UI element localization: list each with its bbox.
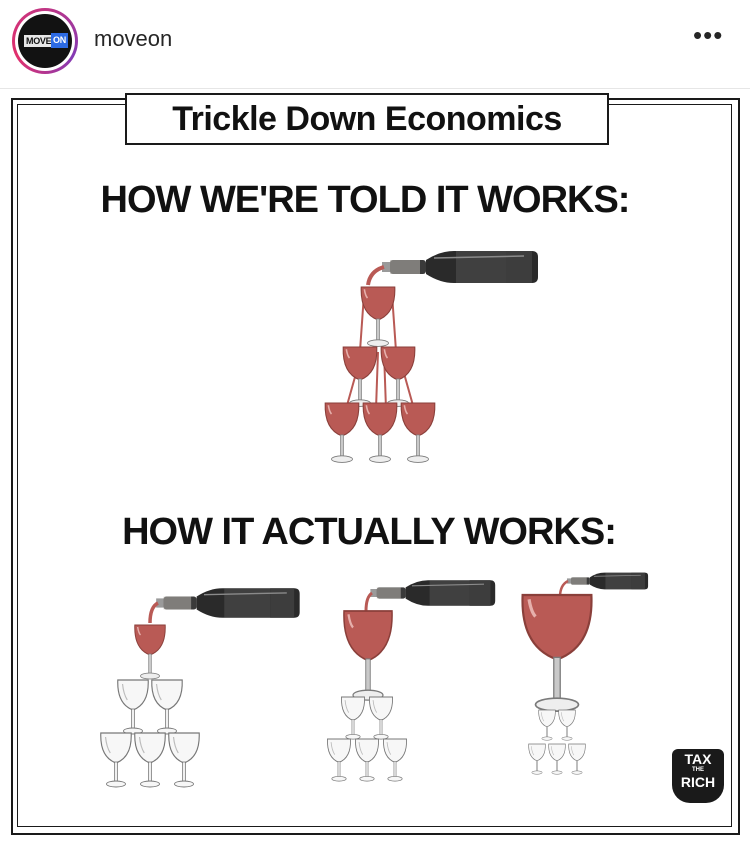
- avatar-story-ring[interactable]: MOVE ON: [12, 8, 78, 74]
- more-options-icon[interactable]: •••: [693, 20, 723, 51]
- logo-text-on: ON: [51, 33, 68, 48]
- actual-pyramid-1: [100, 587, 301, 788]
- logo-text-move: MOVE: [24, 35, 54, 47]
- post-header: MOVE ON moveon •••: [0, 0, 750, 89]
- actual-pyramid-2: [326, 579, 496, 782]
- told-pyramid: [324, 250, 539, 464]
- badge-line-rich: RICH: [680, 774, 716, 790]
- heading-told: HOW WE'RE TOLD IT WORKS:: [100, 179, 631, 221]
- tax-the-rich-badge: TAX THE RICH: [672, 749, 724, 803]
- badge-line-tax: TAX: [684, 751, 712, 767]
- heading-actual: HOW IT ACTUALLY WORKS:: [122, 511, 617, 553]
- moveon-logo: MOVE ON: [18, 14, 72, 68]
- post-image[interactable]: Trickle Down Economics HOW WE'RE TOLD IT…: [0, 89, 750, 842]
- actual-pyramid-3: [520, 572, 649, 775]
- username-link[interactable]: moveon: [94, 26, 172, 52]
- badge-line-the: THE: [692, 767, 704, 773]
- post-title: Trickle Down Economics: [125, 93, 609, 145]
- avatar[interactable]: MOVE ON: [15, 11, 75, 71]
